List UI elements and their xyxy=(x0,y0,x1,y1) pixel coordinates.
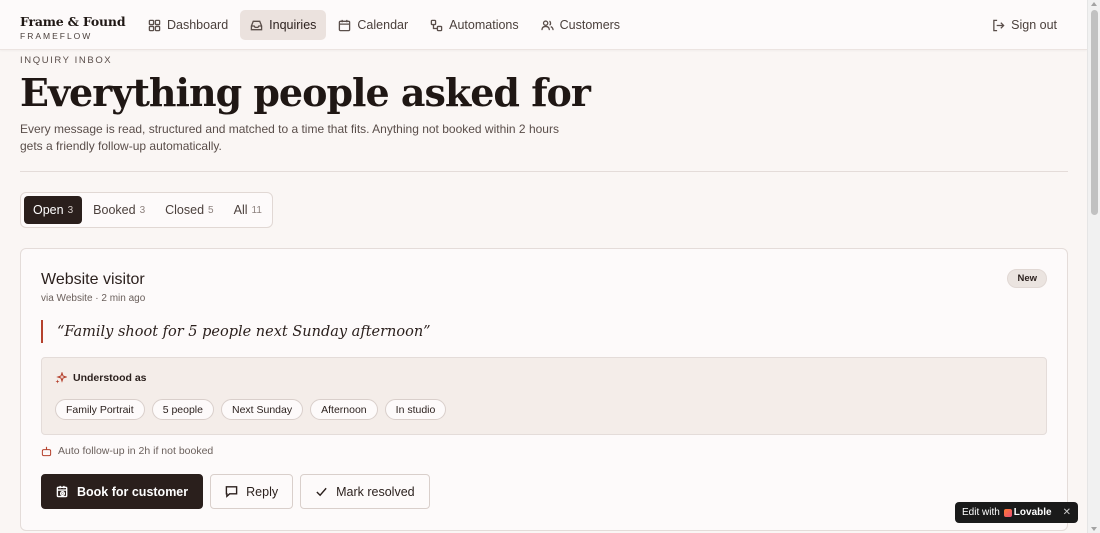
calendar-icon xyxy=(339,19,351,31)
lovable-prefix: Edit with xyxy=(962,507,1000,518)
book-for-customer-button[interactable]: Book for customer xyxy=(41,474,204,509)
understood-panel: Understood as Family Portrait 5 people N… xyxy=(41,357,1047,435)
tab-count: 5 xyxy=(208,204,214,216)
page-description: Every message is read, structured and ma… xyxy=(20,122,559,153)
book-button-label: Book for customer xyxy=(77,484,189,499)
brand-logo[interactable]: Frame & Found FRAMEFLOW xyxy=(20,14,126,41)
tab-count: 3 xyxy=(67,204,74,216)
understood-label: Understood as xyxy=(73,372,147,384)
scroll-thumb[interactable] xyxy=(1091,10,1098,215)
tab-open[interactable]: Open 3 xyxy=(24,196,83,224)
close-icon[interactable]: ✕ xyxy=(1063,507,1071,518)
tab-label: All xyxy=(233,203,248,217)
mark-resolved-button[interactable]: Mark resolved xyxy=(300,474,430,509)
nav-item-dashboard[interactable]: Dashboard xyxy=(138,10,238,40)
tab-booked[interactable]: Booked 3 xyxy=(84,196,154,224)
inbox-icon xyxy=(250,20,263,30)
parsed-chips: Family Portrait 5 people Next Sunday Aft… xyxy=(55,399,447,420)
status-tabs: Open 3 Booked 3 Closed 5 All 11 xyxy=(20,192,273,228)
sparkles-icon xyxy=(55,372,67,384)
grid-icon xyxy=(148,19,161,31)
chip-date: Next Sunday xyxy=(220,399,304,420)
nav-item-label: Customers xyxy=(559,18,621,32)
inquiry-quote: “Family shoot for 5 people next Sunday a… xyxy=(41,320,431,343)
message-square-icon xyxy=(225,486,238,498)
sign-out-label: Sign out xyxy=(1011,18,1057,32)
edit-with-lovable-badge[interactable]: Edit with Lovable ✕ xyxy=(955,502,1078,523)
inquiry-card: Website visitor via Website · 2 min ago … xyxy=(20,248,1068,531)
page-eyebrow: INQUIRY INBOX xyxy=(20,55,113,66)
auto-followup-note: Auto follow-up in 2h if not booked xyxy=(41,445,213,457)
nav-item-label: Dashboard xyxy=(167,18,229,32)
understood-header: Understood as xyxy=(55,372,147,384)
chip-service: Family Portrait xyxy=(55,399,145,420)
chip-location: In studio xyxy=(384,399,447,420)
calendar-clock-icon xyxy=(56,485,68,498)
nav-item-label: Automations xyxy=(449,18,519,32)
brand-subtitle: FRAMEFLOW xyxy=(20,31,93,41)
top-nav-bar: Frame & Found FRAMEFLOW Dashboard Inquir… xyxy=(0,0,1087,50)
brand-name: Frame & Found xyxy=(20,14,126,29)
tab-closed[interactable]: Closed 5 xyxy=(156,196,222,224)
tab-label: Closed xyxy=(165,203,205,217)
scroll-up-arrow-icon[interactable] xyxy=(1091,2,1097,6)
reply-button[interactable]: Reply xyxy=(210,474,294,509)
reply-button-label: Reply xyxy=(246,484,279,499)
section-divider xyxy=(20,171,1068,172)
lovable-heart-icon xyxy=(1003,508,1012,517)
sign-out-icon xyxy=(993,19,1005,31)
nav-item-customers[interactable]: Customers xyxy=(531,10,630,40)
lovable-brand-label: Lovable xyxy=(1013,507,1052,518)
page-title: Everything people asked for xyxy=(20,70,591,115)
sign-out-button[interactable]: Sign out xyxy=(992,10,1057,40)
tab-count: 3 xyxy=(139,204,146,216)
tab-all[interactable]: All 11 xyxy=(225,196,271,224)
scroll-down-arrow-icon[interactable] xyxy=(1091,527,1097,531)
tab-label: Open xyxy=(33,203,64,217)
followup-text: Auto follow-up in 2h if not booked xyxy=(58,445,214,457)
nav-item-calendar[interactable]: Calendar xyxy=(328,10,418,40)
nav-item-label: Calendar xyxy=(357,18,409,32)
inquiry-actions: Book for customer Reply Mark resolved xyxy=(41,474,430,509)
workflow-icon xyxy=(430,19,443,31)
nav-item-inquiries[interactable]: Inquiries xyxy=(240,10,327,40)
bot-icon xyxy=(41,446,52,456)
nav-item-label: Inquiries xyxy=(269,18,317,32)
main-nav: Dashboard Inquiries Calendar Automations… xyxy=(138,10,630,40)
chip-time: Afternoon xyxy=(310,399,378,420)
check-icon xyxy=(316,487,327,497)
resolve-button-label: Mark resolved xyxy=(336,484,415,499)
nav-item-automations[interactable]: Automations xyxy=(420,10,528,40)
status-badge: New xyxy=(1007,269,1047,288)
chip-party-size: 5 people xyxy=(151,399,214,420)
tab-count: 11 xyxy=(251,204,262,216)
users-icon xyxy=(540,19,554,30)
inquiry-meta: via Website · 2 min ago xyxy=(41,293,146,304)
inquiry-title: Website visitor xyxy=(41,271,145,288)
lovable-brand: Lovable xyxy=(1003,507,1052,518)
page-scrollbar[interactable] xyxy=(1087,0,1100,533)
tab-label: Booked xyxy=(93,203,136,217)
